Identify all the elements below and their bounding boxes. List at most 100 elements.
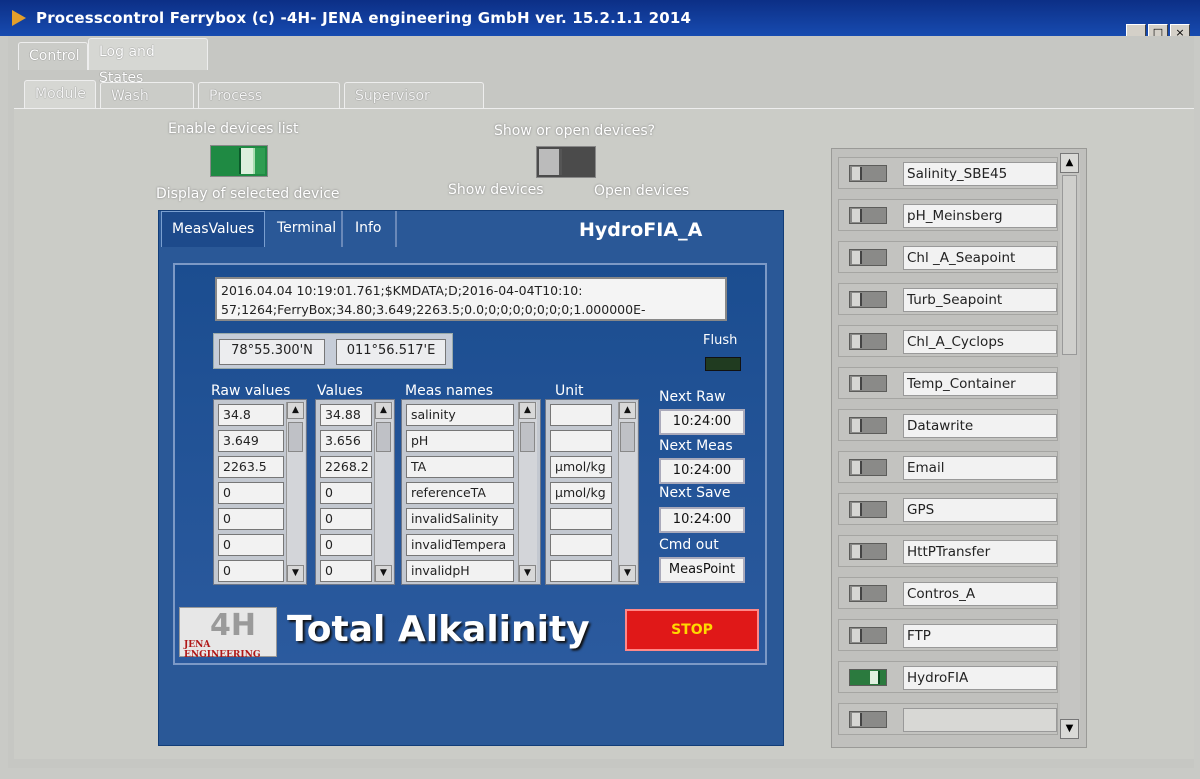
tab-info[interactable]: Info — [345, 211, 397, 247]
device-toggle[interactable] — [849, 165, 887, 182]
scroll-up-icon[interactable]: ▲ — [287, 402, 304, 419]
device-toggle[interactable] — [849, 291, 887, 308]
list-item — [550, 404, 612, 426]
device-item-temp-container[interactable]: Temp_Container — [838, 367, 1058, 399]
device-item-salinity-sbe45[interactable]: Salinity_SBE45 — [838, 157, 1058, 189]
device-toggle[interactable] — [849, 627, 887, 644]
raw-values-scrollbar[interactable]: ▲ ▼ — [286, 402, 305, 582]
device-item-chl-a-seapoint[interactable]: Chl _A_Seapoint — [838, 241, 1058, 273]
tab-terminal[interactable]: Terminal — [267, 211, 343, 247]
list-item — [550, 508, 612, 530]
device-item-gps[interactable]: GPS — [838, 493, 1058, 525]
list-item: 0 — [320, 508, 372, 530]
list-item: 0 — [218, 534, 284, 556]
scroll-thumb[interactable] — [376, 422, 391, 452]
tab-control[interactable]: Control — [18, 42, 88, 70]
scroll-thumb[interactable] — [288, 422, 303, 452]
scroll-down-icon[interactable]: ▼ — [375, 565, 392, 582]
scroll-up-icon[interactable]: ▲ — [619, 402, 636, 419]
meas-names-scrollbar[interactable]: ▲ ▼ — [518, 402, 537, 582]
message-line-2: 57;1264;FerryBox;34.80;3.649;2263.5;0.0;… — [221, 302, 646, 317]
logo-mark: 4H — [210, 608, 256, 643]
device-list-scrollbar[interactable]: ▲ ▼ — [1060, 153, 1080, 739]
meas-values-panel: 2016.04.04 10:19:01.761;$KMDATA;D;2016-0… — [173, 263, 767, 665]
device-toggle[interactable] — [849, 669, 887, 686]
tab-log-and-states[interactable]: Log and States — [88, 38, 208, 86]
list-item: invalidpH — [406, 560, 514, 582]
cmd-out-value: MeasPoint — [659, 557, 745, 583]
open-devices-label: Open devices — [594, 183, 690, 199]
device-toggle[interactable] — [849, 333, 887, 350]
device-toggle[interactable] — [849, 375, 887, 392]
scroll-down-icon[interactable]: ▼ — [1060, 719, 1079, 739]
tab-measvalues[interactable]: MeasValues — [161, 211, 265, 247]
values-list[interactable]: 34.88 3.656 2268.2 0 0 0 0 ▲ ▼ — [315, 399, 395, 585]
scroll-up-icon[interactable]: ▲ — [519, 402, 536, 419]
unit-list[interactable]: µmol/kg µmol/kg ▲ ▼ — [545, 399, 639, 585]
device-label: FTP — [903, 624, 1057, 648]
device-toggle[interactable] — [849, 207, 887, 224]
list-item: µmol/kg — [550, 456, 612, 478]
device-item-contros-a[interactable]: Contros_A — [838, 577, 1058, 609]
window-title: Processcontrol Ferrybox (c) -4H- JENA en… — [36, 9, 692, 27]
device-toggle[interactable] — [849, 501, 887, 518]
meas-names-list[interactable]: salinity pH TA referenceTA invalidSalini… — [401, 399, 541, 585]
device-title: Total Alkalinity — [287, 609, 590, 650]
device-toggle[interactable] — [849, 585, 887, 602]
tab-supervisor-actions[interactable]: Supervisor actions — [344, 82, 484, 130]
scroll-up-icon[interactable]: ▲ — [375, 402, 392, 419]
list-item: µmol/kg — [550, 482, 612, 504]
latitude-display: 78°55.300'N — [219, 339, 325, 365]
tab-wash-times[interactable]: Wash times — [100, 82, 194, 130]
list-item: 0 — [320, 534, 372, 556]
device-panel: MeasValues Terminal Info HydroFIA_A 2016… — [158, 210, 784, 746]
device-item-httptransfer[interactable]: HttPTransfer — [838, 535, 1058, 567]
list-item: salinity — [406, 404, 514, 426]
list-item: pH — [406, 430, 514, 452]
show-open-toggle[interactable] — [536, 146, 596, 178]
device-list: Salinity_SBE45 pH_Meinsberg Chl _A_Seapo… — [831, 148, 1087, 748]
device-toggle[interactable] — [849, 543, 887, 560]
title-bar: Processcontrol Ferrybox (c) -4H- JENA en… — [0, 0, 1200, 36]
list-item — [550, 430, 612, 452]
device-item-email[interactable]: Email — [838, 451, 1058, 483]
values-scrollbar[interactable]: ▲ ▼ — [374, 402, 393, 582]
unit-header: Unit — [555, 383, 584, 399]
scroll-thumb[interactable] — [620, 422, 635, 452]
list-item: 0 — [218, 482, 284, 504]
next-meas-time: 10:24:00 — [659, 458, 745, 484]
app-icon — [12, 10, 26, 26]
device-toggle[interactable] — [849, 417, 887, 434]
device-item-ftp[interactable]: FTP — [838, 619, 1058, 651]
scroll-thumb[interactable] — [520, 422, 535, 452]
next-save-label: Next Save — [659, 485, 731, 501]
device-toggle[interactable] — [849, 711, 887, 728]
unit-scrollbar[interactable]: ▲ ▼ — [618, 402, 637, 582]
tab-process-parameter[interactable]: Process parameter — [198, 82, 340, 130]
scroll-down-icon[interactable]: ▼ — [287, 565, 304, 582]
device-toggle[interactable] — [849, 249, 887, 266]
stop-button[interactable]: STOP — [625, 609, 759, 651]
flush-indicator — [705, 357, 741, 371]
device-item-hydrofia[interactable]: HydroFIA — [838, 661, 1058, 693]
device-label: Email — [903, 456, 1057, 480]
device-toggle[interactable] — [849, 459, 887, 476]
device-item-empty[interactable] — [838, 703, 1058, 735]
device-name: HydroFIA_A — [579, 219, 703, 241]
device-item-chl-a-cyclops[interactable]: Chl_A_Cyclops — [838, 325, 1058, 357]
list-item: 0 — [218, 560, 284, 582]
raw-values-list[interactable]: 34.8 3.649 2263.5 0 0 0 0 ▲ ▼ — [213, 399, 307, 585]
values-header: Values — [317, 383, 363, 399]
message-line-1: 2016.04.04 10:19:01.761;$KMDATA;D;2016-0… — [221, 283, 583, 298]
enable-devices-toggle[interactable] — [210, 145, 268, 177]
scroll-thumb[interactable] — [1062, 175, 1077, 355]
scroll-up-icon[interactable]: ▲ — [1060, 153, 1079, 173]
device-item-datawrite[interactable]: Datawrite — [838, 409, 1058, 441]
scroll-down-icon[interactable]: ▼ — [519, 565, 536, 582]
device-item-ph-meinsberg[interactable]: pH_Meinsberg — [838, 199, 1058, 231]
device-item-turb-seapoint[interactable]: Turb_Seapoint — [838, 283, 1058, 315]
enable-devices-label: Enable devices list — [168, 121, 299, 137]
device-label — [903, 708, 1057, 732]
scroll-down-icon[interactable]: ▼ — [619, 565, 636, 582]
list-item — [550, 560, 612, 582]
